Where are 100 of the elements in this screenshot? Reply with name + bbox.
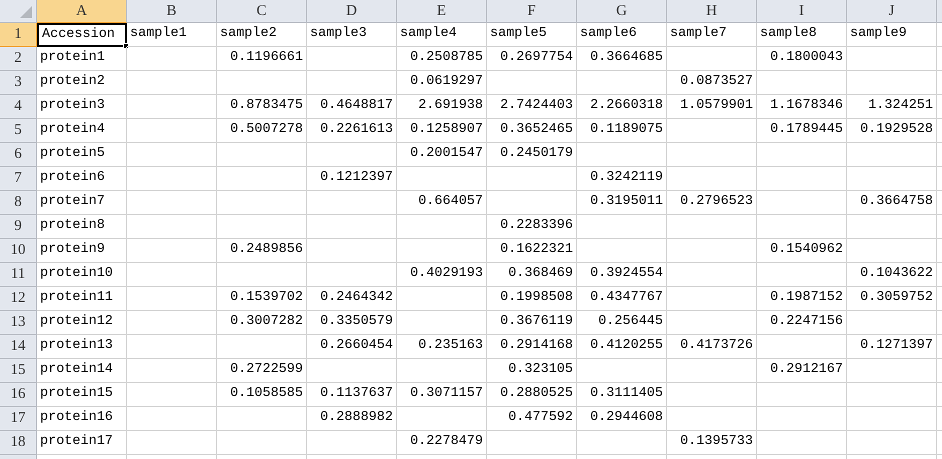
table-cell[interactable]	[397, 407, 487, 431]
table-cell[interactable]: 0.1058585	[217, 383, 307, 407]
table-cell[interactable]	[217, 407, 307, 431]
table-cell[interactable]	[757, 215, 847, 239]
table-cell[interactable]: protein11	[37, 287, 127, 311]
table-cell[interactable]: 0.477592	[487, 407, 577, 431]
table-cell[interactable]: 0.2944608	[577, 407, 667, 431]
table-cell[interactable]: 0.1539702	[217, 287, 307, 311]
table-cell[interactable]: 0.1137637	[307, 383, 397, 407]
table-cell[interactable]: 0.664057	[397, 191, 487, 215]
table-cell[interactable]: 0.1196661	[217, 47, 307, 71]
table-cell[interactable]: protein6	[37, 167, 127, 191]
table-cell[interactable]: 0.1622321	[487, 239, 577, 263]
table-cell[interactable]: 0.235163	[397, 335, 487, 359]
table-cell[interactable]: protein17	[37, 431, 127, 455]
table-cell[interactable]: 0.2508785	[397, 47, 487, 71]
table-cell[interactable]: 0.1271397	[847, 335, 937, 359]
table-cell[interactable]	[217, 191, 307, 215]
table-cell[interactable]: 0.1395733	[667, 431, 757, 455]
table-cell[interactable]: 0.2283396	[487, 215, 577, 239]
table-cell[interactable]	[127, 431, 217, 455]
table-cell[interactable]: 0.3195011	[577, 191, 667, 215]
table-cell[interactable]: 0.4648817	[307, 95, 397, 119]
table-cell[interactable]: protein5	[37, 143, 127, 167]
table-cell[interactable]	[667, 143, 757, 167]
table-cell[interactable]	[667, 407, 757, 431]
table-cell[interactable]: 0.2914168	[487, 335, 577, 359]
row-header[interactable]: 5	[0, 119, 37, 143]
table-cell[interactable]: sample4	[397, 23, 487, 47]
table-cell[interactable]: 1.0579901	[667, 95, 757, 119]
table-cell[interactable]: protein12	[37, 311, 127, 335]
table-cell[interactable]	[127, 287, 217, 311]
table-cell[interactable]	[757, 143, 847, 167]
table-cell[interactable]: Accession	[37, 23, 127, 47]
table-cell[interactable]	[667, 359, 757, 383]
table-cell[interactable]	[307, 143, 397, 167]
table-cell[interactable]	[487, 167, 577, 191]
table-cell[interactable]: 0.2888982	[307, 407, 397, 431]
row-header[interactable]: 11	[0, 263, 37, 287]
table-cell[interactable]	[757, 407, 847, 431]
table-cell[interactable]: 0.4120255	[577, 335, 667, 359]
row-header[interactable]: 4	[0, 95, 37, 119]
table-cell[interactable]	[847, 311, 937, 335]
table-cell[interactable]: 0.1998508	[487, 287, 577, 311]
table-cell[interactable]	[127, 311, 217, 335]
table-cell[interactable]: 0.2880525	[487, 383, 577, 407]
table-cell[interactable]: protein14	[37, 359, 127, 383]
table-cell[interactable]	[127, 239, 217, 263]
column-header[interactable]: J	[847, 0, 937, 23]
table-cell[interactable]	[847, 239, 937, 263]
row-header[interactable]: 8	[0, 191, 37, 215]
table-cell[interactable]	[307, 47, 397, 71]
table-cell[interactable]: sample7	[667, 23, 757, 47]
table-cell[interactable]: 1.1678346	[757, 95, 847, 119]
table-cell[interactable]: 0.2261613	[307, 119, 397, 143]
table-cell[interactable]: 0.5007278	[217, 119, 307, 143]
table-cell[interactable]	[847, 167, 937, 191]
table-cell[interactable]: 0.1800043	[757, 47, 847, 71]
row-header[interactable]: 15	[0, 359, 37, 383]
table-cell[interactable]	[667, 311, 757, 335]
table-cell[interactable]	[217, 335, 307, 359]
table-cell[interactable]: protein10	[37, 263, 127, 287]
table-cell[interactable]: sample6	[577, 23, 667, 47]
table-cell[interactable]: 0.3652465	[487, 119, 577, 143]
table-cell[interactable]	[127, 95, 217, 119]
table-cell[interactable]	[127, 359, 217, 383]
column-header[interactable]: A	[37, 0, 127, 23]
table-cell[interactable]: protein16	[37, 407, 127, 431]
row-header[interactable]: 3	[0, 71, 37, 95]
column-header[interactable]: D	[307, 0, 397, 23]
table-cell[interactable]: protein3	[37, 95, 127, 119]
row-header[interactable]: 13	[0, 311, 37, 335]
table-cell[interactable]	[847, 47, 937, 71]
table-cell[interactable]: protein2	[37, 71, 127, 95]
table-cell[interactable]	[757, 335, 847, 359]
table-cell[interactable]	[127, 143, 217, 167]
table-cell[interactable]	[757, 383, 847, 407]
row-header[interactable]: 9	[0, 215, 37, 239]
table-cell[interactable]	[487, 71, 577, 95]
table-cell[interactable]	[667, 167, 757, 191]
table-cell[interactable]: 0.323105	[487, 359, 577, 383]
table-cell[interactable]	[127, 191, 217, 215]
table-cell[interactable]	[397, 287, 487, 311]
table-cell[interactable]	[667, 287, 757, 311]
table-cell[interactable]	[847, 383, 937, 407]
table-cell[interactable]	[757, 167, 847, 191]
table-cell[interactable]: protein7	[37, 191, 127, 215]
table-cell[interactable]	[127, 71, 217, 95]
table-cell[interactable]: protein9	[37, 239, 127, 263]
table-cell[interactable]: 0.2278479	[397, 431, 487, 455]
column-header[interactable]: C	[217, 0, 307, 23]
table-cell[interactable]: 0.3350579	[307, 311, 397, 335]
table-cell[interactable]: 0.368469	[487, 263, 577, 287]
table-cell[interactable]: 0.3664758	[847, 191, 937, 215]
table-cell[interactable]	[667, 47, 757, 71]
table-cell[interactable]	[127, 335, 217, 359]
row-header[interactable]: 7	[0, 167, 37, 191]
table-cell[interactable]: 0.2464342	[307, 287, 397, 311]
column-header[interactable]: G	[577, 0, 667, 23]
table-cell[interactable]	[847, 143, 937, 167]
